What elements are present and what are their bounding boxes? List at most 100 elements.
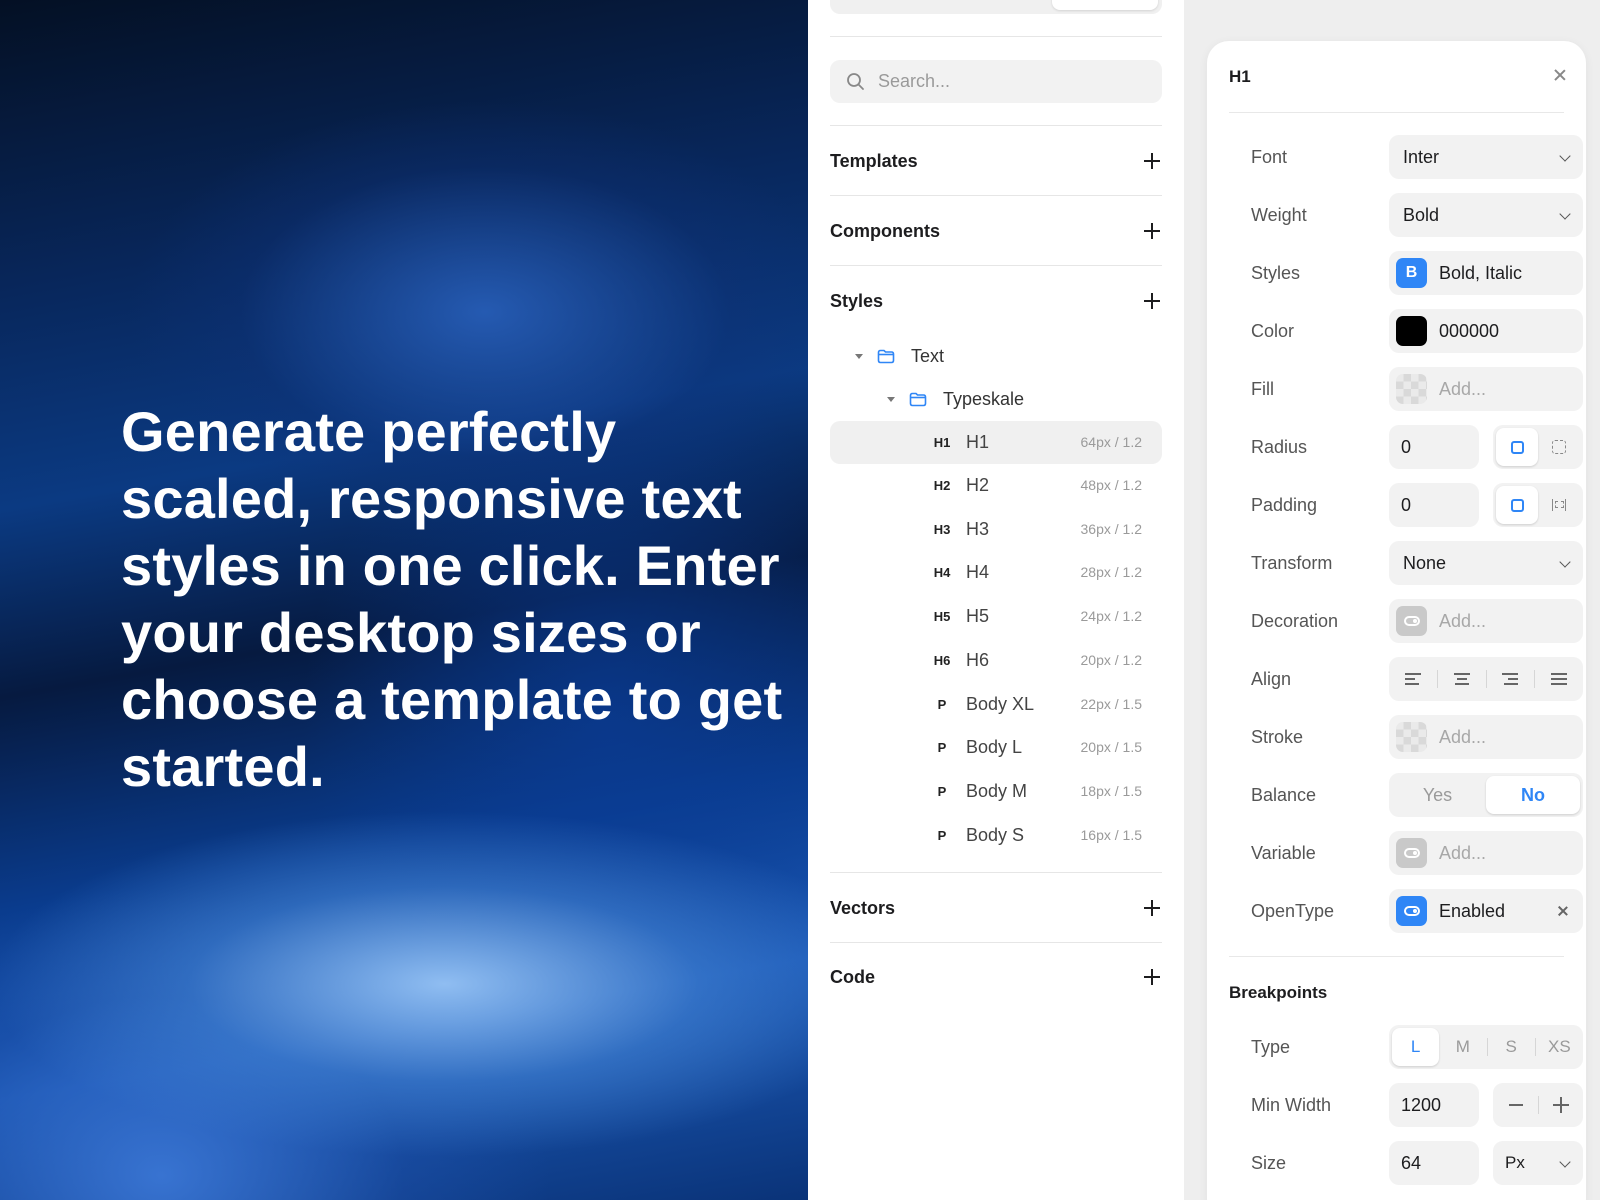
style-name: H2 xyxy=(966,475,990,495)
prop-stroke: Stroke Add... xyxy=(1229,715,1583,759)
section-title: Components xyxy=(830,220,940,241)
prop-label: Type xyxy=(1251,1037,1291,1057)
prop-label: Fill xyxy=(1251,379,1274,399)
transform-select[interactable]: None xyxy=(1389,541,1583,585)
breakpoint-s-button[interactable]: S xyxy=(1488,1028,1535,1066)
balance-no-button[interactable]: No xyxy=(1486,776,1580,814)
style-row-h4[interactable]: H4 H4 28px / 1.2 xyxy=(830,551,1162,594)
style-row-h1[interactable]: H1 H1 64px / 1.2 xyxy=(830,421,1162,464)
section-components[interactable]: Components xyxy=(830,216,1162,246)
padding-uniform-button[interactable] xyxy=(1496,486,1538,524)
style-row-body-s[interactable]: P Body S 16px / 1.5 xyxy=(830,814,1162,857)
style-row-body-xl[interactable]: P Body XL 22px / 1.5 xyxy=(830,683,1162,726)
weight-select[interactable]: Bold xyxy=(1389,193,1583,237)
opentype-field[interactable]: Enabled xyxy=(1389,889,1583,933)
breakpoints-heading: Breakpoints xyxy=(1229,983,1328,1002)
select-value: Px xyxy=(1505,1153,1525,1172)
align-justify-button[interactable] xyxy=(1535,660,1583,698)
color-swatch[interactable] xyxy=(1396,316,1427,346)
style-meta: 64px / 1.2 xyxy=(1080,434,1143,450)
add-vector-icon[interactable] xyxy=(1142,898,1162,918)
section-code[interactable]: Code xyxy=(830,962,1162,992)
balance-yes-button[interactable]: Yes xyxy=(1389,776,1486,814)
align-center-button[interactable] xyxy=(1438,660,1486,698)
add-code-icon[interactable] xyxy=(1142,967,1162,987)
min-width-input[interactable]: 1200 xyxy=(1389,1083,1479,1127)
prop-label: Align xyxy=(1251,669,1292,689)
add-template-icon[interactable] xyxy=(1142,151,1162,171)
section-vectors[interactable]: Vectors xyxy=(830,893,1162,923)
style-tag: H1 xyxy=(933,435,951,450)
plus-icon[interactable] xyxy=(1553,1097,1569,1113)
tree-folder-text[interactable]: Text xyxy=(830,335,1162,378)
chevron-down-icon xyxy=(1559,1156,1571,1168)
padding-input[interactable]: 0 xyxy=(1389,483,1479,527)
prop-font: Font Inter xyxy=(1229,135,1583,179)
prop-label: Font xyxy=(1251,147,1288,167)
style-row-body-l[interactable]: P Body L 20px / 1.5 xyxy=(830,726,1162,769)
style-meta: 22px / 1.5 xyxy=(1080,696,1143,712)
radius-individual-button[interactable] xyxy=(1538,428,1580,466)
radius-mode-toggle[interactable] xyxy=(1493,425,1583,469)
add-component-icon[interactable] xyxy=(1142,221,1162,241)
fill-field[interactable]: Add... xyxy=(1389,367,1583,411)
top-tab-active[interactable] xyxy=(1052,0,1158,10)
style-meta: 48px / 1.2 xyxy=(1080,477,1143,493)
folder-icon xyxy=(909,392,927,407)
caret-down-icon[interactable] xyxy=(855,354,863,359)
style-tag: H2 xyxy=(933,478,951,493)
divider xyxy=(830,195,1162,196)
clear-icon[interactable] xyxy=(1557,905,1569,917)
padding-individual-button[interactable] xyxy=(1538,486,1580,524)
style-row-h6[interactable]: H6 H6 20px / 1.2 xyxy=(830,639,1162,682)
min-width-stepper[interactable] xyxy=(1493,1083,1583,1127)
divider xyxy=(830,125,1162,126)
style-tag: P xyxy=(937,697,947,712)
balance-toggle[interactable]: Yes No xyxy=(1389,773,1583,817)
style-row-h5[interactable]: H5 H5 24px / 1.2 xyxy=(830,595,1162,638)
style-row-h2[interactable]: H2 H2 48px / 1.2 xyxy=(830,464,1162,507)
variable-field[interactable]: Add... xyxy=(1389,831,1583,875)
align-left-button[interactable] xyxy=(1389,660,1437,698)
breakpoint-xs-button[interactable]: XS xyxy=(1536,1028,1583,1066)
divider xyxy=(830,265,1162,266)
size-input[interactable]: 64 xyxy=(1389,1141,1479,1185)
breakpoint-l-button[interactable]: L xyxy=(1392,1028,1440,1066)
style-name: H6 xyxy=(966,650,990,670)
transparent-swatch-icon xyxy=(1396,722,1427,752)
close-icon[interactable] xyxy=(1552,67,1568,83)
section-templates[interactable]: Templates xyxy=(830,146,1162,176)
radius-uniform-button[interactable] xyxy=(1496,428,1538,466)
styles-field[interactable]: B Bold, Italic xyxy=(1389,251,1583,295)
decoration-field[interactable]: Add... xyxy=(1389,599,1583,643)
search-icon xyxy=(847,73,864,90)
field-value: Bold, Italic xyxy=(1439,263,1523,283)
corners-icon xyxy=(1552,440,1566,454)
add-style-icon[interactable] xyxy=(1142,291,1162,311)
radius-input[interactable]: 0 xyxy=(1389,425,1479,469)
tree-folder-typeskale[interactable]: Typeskale xyxy=(830,378,1162,421)
tree-label: Text xyxy=(911,346,945,366)
search-box[interactable] xyxy=(830,60,1162,103)
breakpoint-type-segmented[interactable]: L M S XS xyxy=(1389,1025,1583,1069)
style-tag: P xyxy=(937,740,947,755)
align-segmented[interactable] xyxy=(1389,657,1583,701)
padding-mode-toggle[interactable] xyxy=(1493,483,1583,527)
style-row-body-m[interactable]: P Body M 18px / 1.5 xyxy=(830,770,1162,813)
section-styles[interactable]: Styles xyxy=(830,286,1162,316)
align-left-icon xyxy=(1404,673,1421,685)
top-tab-bar[interactable] xyxy=(830,0,1162,14)
minus-icon[interactable] xyxy=(1509,1104,1523,1106)
align-right-button[interactable] xyxy=(1487,660,1535,698)
sidebar: Templates Components Styles Text Typeska… xyxy=(808,0,1184,1200)
style-row-h3[interactable]: H3 H3 36px / 1.2 xyxy=(830,508,1162,551)
divider xyxy=(1229,956,1564,957)
color-field[interactable]: 000000 xyxy=(1389,309,1583,353)
stroke-field[interactable]: Add... xyxy=(1389,715,1583,759)
caret-down-icon[interactable] xyxy=(887,397,895,402)
breakpoint-m-button[interactable]: M xyxy=(1439,1028,1486,1066)
search-input[interactable] xyxy=(878,60,1148,103)
font-select[interactable]: Inter xyxy=(1389,135,1583,179)
square-icon xyxy=(1510,498,1524,512)
unit-select[interactable]: Px xyxy=(1493,1141,1583,1185)
